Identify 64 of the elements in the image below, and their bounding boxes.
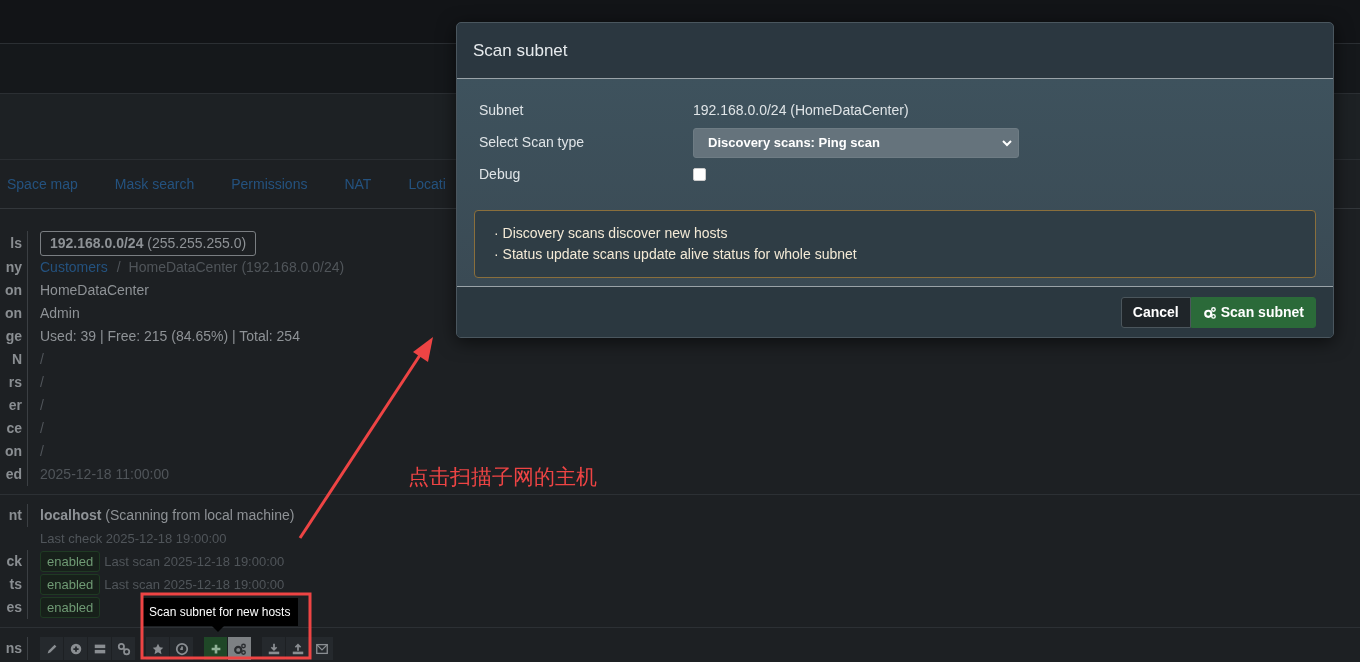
caret-icon	[1002, 138, 1012, 147]
field-value: Admin	[40, 305, 80, 321]
field-label: ny	[5, 259, 22, 275]
field-value: 192.168.0.0/24 (HomeDataCenter)	[693, 101, 909, 120]
field-label: Select Scan type	[479, 134, 585, 150]
link-button[interactable]	[112, 637, 135, 660]
field-label: ns	[5, 640, 22, 656]
scan-subnet-button[interactable]: Scan subnet	[1190, 296, 1316, 328]
field-value: /	[40, 351, 44, 367]
tab-link[interactable]: Permissions	[231, 173, 308, 195]
envelope-button[interactable]	[310, 637, 333, 660]
field-value: /	[40, 374, 44, 390]
annotation-text: 点击扫描子网的主机	[408, 464, 597, 491]
scan-agent: localhost (Scanning from local machine)	[40, 506, 295, 525]
field-label: ls	[10, 235, 22, 251]
plus-circle-button[interactable]	[64, 637, 87, 660]
status-badge: enabled	[40, 597, 101, 618]
tab-link[interactable]: Mask search	[114, 173, 195, 195]
field-label: on	[4, 305, 22, 321]
server-button[interactable]	[88, 637, 111, 660]
upload-icon	[290, 641, 305, 656]
debug-checkbox[interactable]	[693, 168, 706, 181]
tab-link[interactable]: Space map	[7, 173, 78, 195]
modal-title: Scan subnet	[473, 39, 568, 62]
tooltip: Scan subnet for new hosts	[141, 598, 299, 626]
pencil-button[interactable]	[40, 637, 63, 660]
gears-icon	[1202, 305, 1217, 319]
status-badge: enabled	[40, 574, 101, 595]
field-label: ts	[9, 576, 22, 592]
tab-link[interactable]: NAT	[344, 173, 372, 195]
status-badge: enabled	[40, 551, 101, 572]
field-value: HomeDataCenter	[40, 282, 149, 298]
cancel-button[interactable]: Cancel	[1120, 296, 1191, 328]
field-label: Subnet	[479, 102, 524, 118]
scan-type-select[interactable]: Discovery scans: Ping scan	[693, 127, 1019, 158]
breadcrumb-link[interactable]: Customers	[40, 259, 108, 275]
field-label: ed	[5, 466, 22, 482]
envelope-icon	[314, 641, 329, 656]
field-label: rs	[8, 374, 22, 390]
field-label: Debug	[479, 166, 521, 182]
tooltip-pointer-icon	[211, 626, 224, 632]
field-label: on	[4, 282, 22, 298]
field-label: on	[4, 443, 22, 459]
field-value: Used: 39 | Free: 215 (84.65%) | Total: 254	[40, 328, 300, 344]
tab-link[interactable]: Locati	[408, 173, 446, 195]
subnet-address: 192.168.0.0/24 (255.255.255.0)	[40, 231, 257, 256]
breadcrumb-separator: /	[116, 259, 121, 275]
field-label: ce	[6, 420, 22, 436]
field-label: nt	[8, 507, 22, 523]
field-value: /	[40, 397, 44, 413]
download-icon	[266, 641, 281, 656]
field-value: /	[40, 443, 44, 459]
note-text: · Status update scans update alive status for whole subnet	[494, 245, 858, 264]
field-label: ck	[6, 553, 22, 569]
field-label: ge	[5, 328, 22, 344]
gears-icon	[232, 641, 247, 656]
clock-icon	[174, 641, 189, 656]
field-value: /	[40, 420, 44, 436]
field-label: N	[11, 351, 22, 367]
note-text: · Discovery scans discover new hosts	[494, 224, 729, 243]
link-icon	[116, 641, 131, 656]
plus-circle-icon	[68, 641, 83, 656]
field-label: er	[8, 397, 22, 413]
field-label: es	[6, 599, 22, 615]
